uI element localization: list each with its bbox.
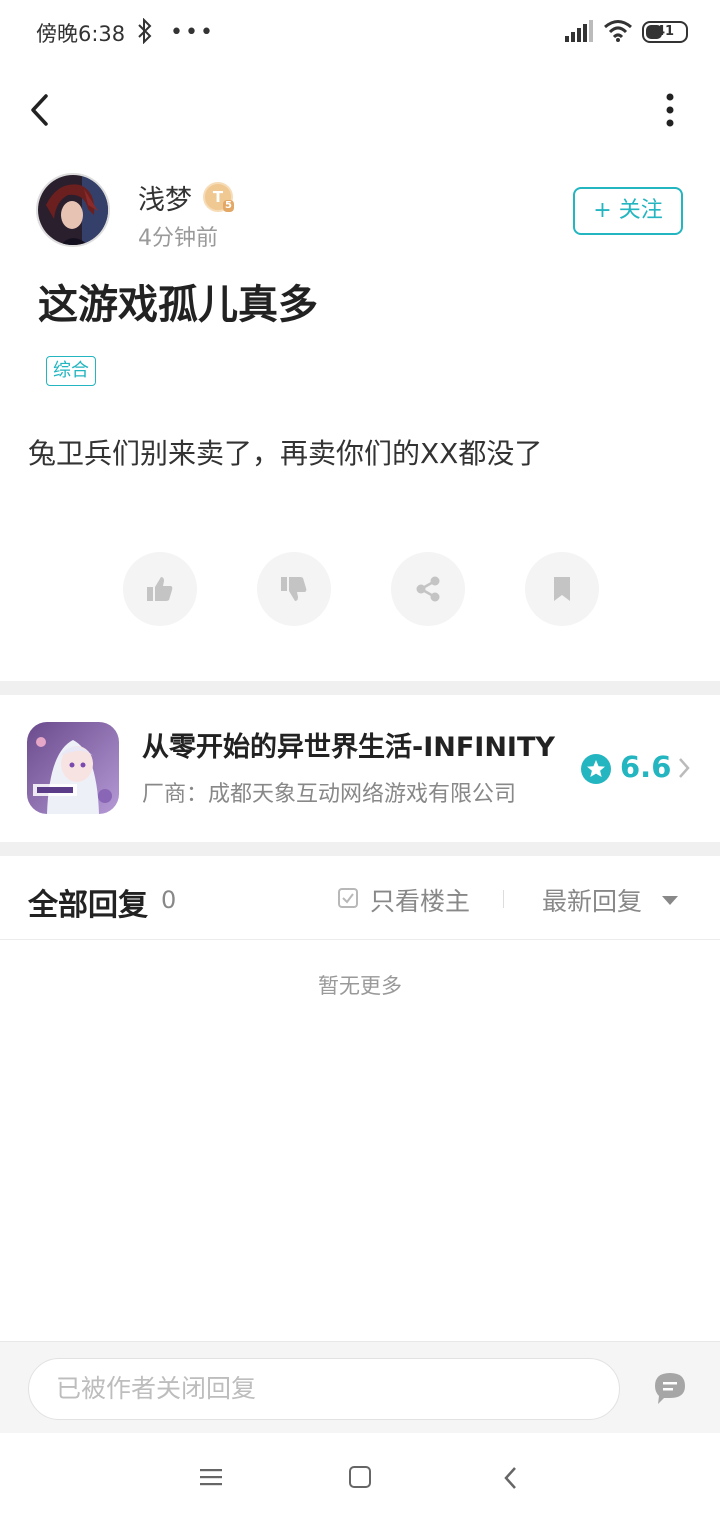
- sort-select[interactable]: 最新回复: [542, 882, 642, 918]
- replies-title: 全部回复: [28, 888, 148, 923]
- thumbs-up-icon: [147, 577, 173, 601]
- author-name[interactable]: 浅梦: [138, 178, 192, 217]
- game-rating: 6.6: [620, 750, 672, 784]
- caret-down-icon[interactable]: [662, 896, 678, 905]
- game-name: 从零开始的异世界生活-INFINITY: [142, 732, 555, 763]
- divider: [503, 890, 504, 908]
- checkbox-icon[interactable]: [338, 888, 358, 908]
- section-divider: [0, 681, 720, 695]
- battery-level: 41: [655, 24, 675, 39]
- replies-header: 全部回复 0 只看楼主 最新回复: [0, 856, 720, 940]
- status-bar: 傍晚6:38 ••• 41: [0, 0, 720, 64]
- back-button[interactable]: [22, 88, 62, 132]
- more-dots-icon: •••: [170, 20, 215, 45]
- level-badge-letter: T: [212, 188, 224, 206]
- status-time: 傍晚6:38: [36, 22, 126, 46]
- reply-input[interactable]: 已被作者关闭回复: [28, 1358, 620, 1420]
- more-options-button[interactable]: [654, 90, 686, 130]
- bookmark-button[interactable]: [525, 552, 599, 626]
- post-tag[interactable]: 综合: [46, 356, 96, 386]
- game-icon: [27, 722, 119, 814]
- op-only-label: 只看楼主: [370, 887, 471, 916]
- signal-icon: [565, 20, 593, 42]
- post-title: 这游戏孤儿真多: [38, 282, 318, 328]
- wifi-icon: [604, 20, 632, 42]
- replies-count: 0: [161, 886, 177, 914]
- share-icon: [416, 576, 440, 602]
- dislike-button[interactable]: [257, 552, 331, 626]
- post-time: 4分钟前: [138, 226, 218, 251]
- reply-bar: 已被作者关闭回复: [0, 1341, 720, 1433]
- thumbs-down-icon: [281, 577, 307, 601]
- chevron-right-icon: [679, 758, 690, 778]
- nav-back-icon[interactable]: [502, 1465, 518, 1491]
- game-vendor: 厂商：成都天象互动网络游戏有限公司: [142, 782, 517, 807]
- bluetooth-icon: [138, 18, 152, 44]
- system-nav-bar: [0, 1433, 720, 1520]
- level-badge-number: 5: [223, 200, 234, 212]
- empty-state-text: 暂无更多: [318, 974, 402, 998]
- game-card[interactable]: 从零开始的异世界生活-INFINITY 厂商：成都天象互动网络游戏有限公司 6.…: [0, 694, 720, 842]
- menu-icon[interactable]: [200, 1467, 222, 1487]
- bookmark-icon: [554, 577, 570, 601]
- level-badge: T 5: [203, 182, 234, 212]
- like-button[interactable]: [123, 552, 197, 626]
- home-icon[interactable]: [349, 1466, 371, 1488]
- battery-icon: 41: [642, 21, 688, 43]
- follow-button[interactable]: + 关注: [573, 187, 683, 235]
- post-body: 兔卫兵们别来卖了，再卖你们的XX都没了: [28, 437, 543, 470]
- comment-icon[interactable]: [652, 1370, 688, 1406]
- share-button[interactable]: [391, 552, 465, 626]
- section-divider: [0, 842, 720, 856]
- avatar[interactable]: [36, 173, 110, 247]
- star-icon: [581, 754, 611, 784]
